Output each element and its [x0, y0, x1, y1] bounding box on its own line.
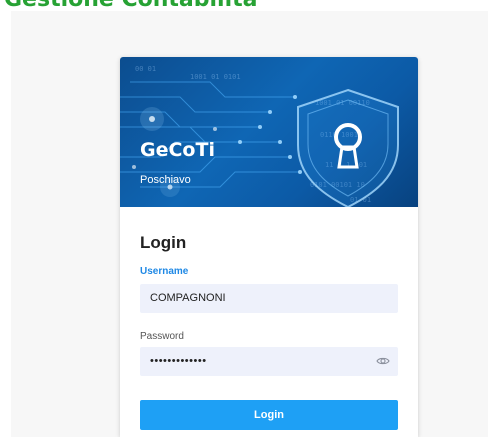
login-banner: 00 01 1001 01 0101 1001 01 00110 0110 10… — [120, 57, 418, 207]
login-button[interactable]: Login — [140, 400, 398, 430]
app-title: GeCoTi — [140, 139, 215, 161]
svg-text:00 01: 00 01 — [135, 65, 156, 73]
eye-icon[interactable] — [376, 354, 390, 368]
form-title: Login — [140, 233, 187, 252]
login-card: 00 01 1001 01 0101 1001 01 00110 0110 10… — [120, 57, 418, 437]
username-input[interactable]: COMPAGNONI — [140, 284, 398, 313]
svg-text:1001 01 0101: 1001 01 0101 — [190, 73, 241, 81]
app-subtitle: Poschiavo — [140, 174, 191, 186]
password-input[interactable]: ••••••••••••• — [140, 347, 398, 376]
username-label: Username — [140, 266, 189, 277]
password-label: Password — [140, 331, 184, 342]
